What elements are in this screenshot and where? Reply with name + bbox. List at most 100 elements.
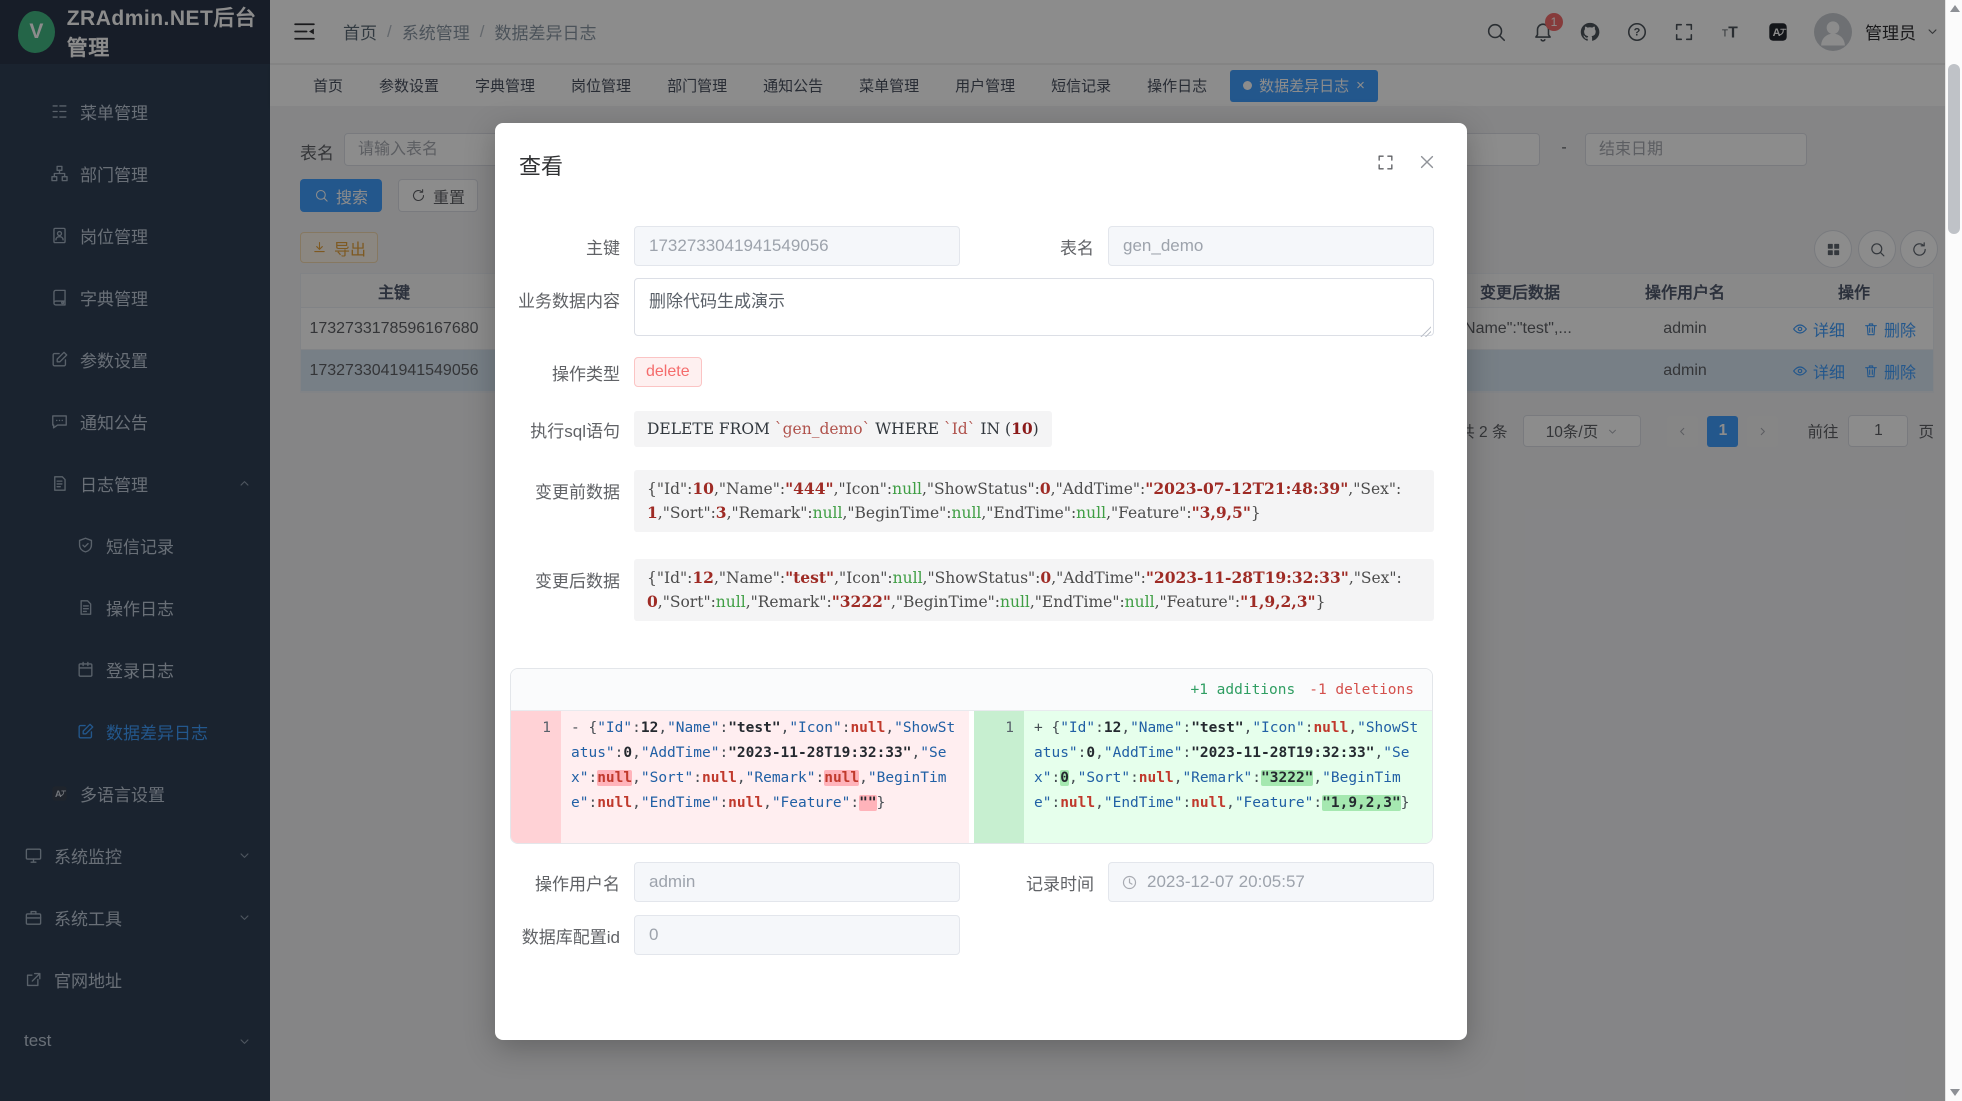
code-token: "Icon" — [789, 720, 841, 736]
code-token: : — [815, 770, 824, 786]
code-token: 0 — [1040, 479, 1051, 498]
code-token: : — [693, 770, 702, 786]
row-dbid: 数据库配置id — [495, 915, 1434, 955]
code-token: null — [1000, 593, 1030, 611]
code-token: ,"EndTime": — [981, 504, 1076, 522]
code-token: , — [632, 745, 641, 761]
code-token: : — [1130, 770, 1139, 786]
code-token: : — [1182, 795, 1191, 811]
code-token: "test" — [1191, 720, 1243, 736]
diff-left-line-number: 1 — [511, 711, 561, 844]
table-input[interactable] — [1108, 226, 1434, 266]
code-token: null — [716, 593, 746, 611]
table-label: 表名 — [960, 234, 1108, 259]
code-token: 0 — [647, 592, 658, 611]
operator-input[interactable] — [634, 862, 960, 902]
code-token: "test" — [728, 720, 780, 736]
code-token: : — [850, 795, 859, 811]
code-token: ,"Icon": — [834, 569, 893, 587]
code-token: IN ( — [975, 420, 1011, 438]
code-token: } — [1251, 504, 1261, 522]
scroll-down-arrow[interactable] — [1946, 1084, 1962, 1101]
code-token: ,"ShowStatus": — [923, 569, 1041, 587]
code-token: {"Id": — [647, 569, 692, 587]
code-token: 0 — [1060, 770, 1069, 786]
page-scrollbar[interactable] — [1945, 0, 1962, 1101]
code-token: null — [1076, 504, 1106, 522]
code-token: 3 — [716, 503, 727, 522]
code-token: ,"Sex": — [1349, 569, 1402, 587]
code-token: null — [1060, 795, 1095, 811]
code-token: null — [850, 720, 885, 736]
code-token: null — [813, 504, 843, 522]
code-token: `gen_demo` — [775, 420, 870, 438]
code-token: ,"AddTime": — [1051, 480, 1146, 498]
scroll-up-arrow[interactable] — [1946, 0, 1962, 17]
content-label: 业务数据内容 — [495, 287, 634, 312]
code-token: null — [824, 770, 859, 786]
dialog-fullscreen-icon[interactable] — [1376, 153, 1395, 172]
code-token: , — [885, 720, 894, 736]
diff-added-side: 1 + {"Id":12,"Name":"test","Icon":null,"… — [969, 711, 1432, 844]
key-input[interactable] — [634, 226, 960, 266]
code-token: "Sort" — [641, 770, 693, 786]
code-token: "3222" — [1261, 770, 1313, 786]
code-token: , — [1313, 770, 1322, 786]
resize-handle-icon[interactable] — [1420, 326, 1431, 337]
code-token: null — [893, 569, 923, 587]
code-token: , — [1069, 770, 1078, 786]
code-token: "444" — [785, 479, 834, 498]
code-token: : — [719, 745, 728, 761]
code-token: 12 — [1104, 720, 1121, 736]
code-token: , — [781, 720, 790, 736]
code-token: null — [1191, 795, 1226, 811]
code-token: ,"BeginTime": — [842, 504, 951, 522]
diff-right-line-number: 1 — [974, 711, 1024, 844]
row-user-time: 操作用户名 记录时间 2023-12-07 20:05:57 — [495, 862, 1434, 902]
code-token: "Name" — [667, 720, 719, 736]
code-token: null — [728, 795, 763, 811]
code-token: ,"ShowStatus": — [922, 480, 1040, 498]
code-token: ,"Icon": — [834, 480, 893, 498]
code-token: , — [859, 770, 868, 786]
dbid-input[interactable] — [634, 915, 960, 955]
code-token: , — [632, 770, 641, 786]
code-token: "1,9,2,3" — [1240, 592, 1315, 611]
code-token: : — [1252, 770, 1261, 786]
dbid-label: 数据库配置id — [495, 923, 634, 948]
code-token: "Name" — [1130, 720, 1182, 736]
code-token: ,"Remark": — [746, 593, 832, 611]
dialog-close-icon[interactable] — [1417, 152, 1437, 172]
code-token: : — [1182, 745, 1191, 761]
code-token: : — [719, 720, 728, 736]
key-label: 主键 — [495, 234, 634, 259]
row-key-table: 主键 表名 — [495, 226, 1434, 266]
scrollbar-thumb[interactable] — [1948, 64, 1960, 234]
code-token: "" — [859, 795, 876, 811]
code-token: 0 — [1086, 745, 1095, 761]
view-dialog: 查看 主键 表名 业务数据内容 删除代码生成演示 操作类型 delete 执行s… — [495, 123, 1467, 1040]
code-token: "test" — [785, 568, 834, 587]
clock-icon — [1121, 874, 1138, 891]
code-token: : — [1182, 720, 1191, 736]
code-token: 1 — [647, 503, 658, 522]
code-token: "Remark" — [1182, 770, 1252, 786]
code-token: : — [588, 795, 597, 811]
after-data-json: {"Id":12,"Name":"test","Icon":null,"Show… — [634, 559, 1434, 621]
content-textarea[interactable]: 删除代码生成演示 — [634, 278, 1434, 336]
after-label: 变更后数据 — [495, 567, 634, 592]
code-token: { — [1051, 720, 1060, 736]
record-time-input[interactable]: 2023-12-07 20:05:57 — [1108, 862, 1434, 902]
code-token: "2023-07-12T21:48:39" — [1145, 479, 1348, 498]
code-token: "Feature" — [772, 795, 851, 811]
code-token: "AddTime" — [641, 745, 720, 761]
code-token: ,"BeginTime": — [891, 593, 1000, 611]
code-token: ,"Feature": — [1155, 593, 1241, 611]
sql-label: 执行sql语句 — [495, 417, 634, 442]
code-token: : — [719, 795, 728, 811]
code-token: { — [588, 720, 597, 736]
code-token: "3,9,5" — [1192, 503, 1251, 522]
code-token: ,"Remark": — [727, 504, 813, 522]
code-token: : — [1051, 795, 1060, 811]
code-token: "Id" — [597, 720, 632, 736]
